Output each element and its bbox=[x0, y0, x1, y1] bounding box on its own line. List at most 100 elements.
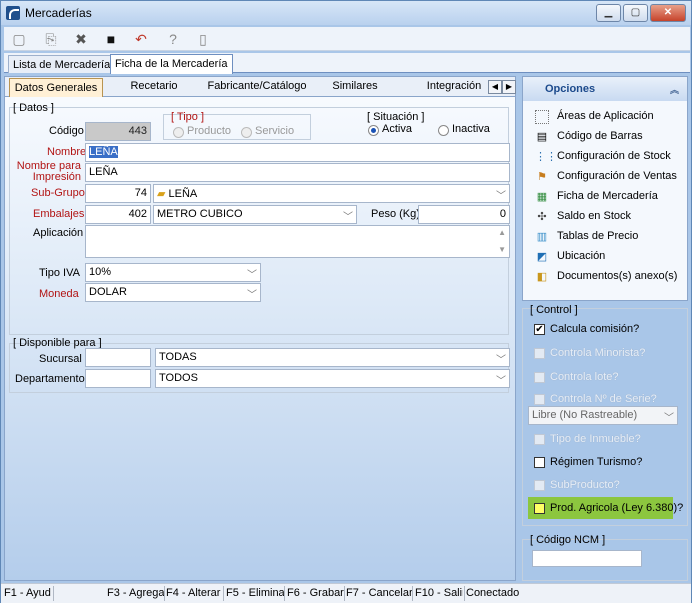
subgrupo-select[interactable]: ▰ LEÑA ﹀ bbox=[153, 184, 510, 203]
opciones-header[interactable]: Opciones ︽ bbox=[523, 77, 687, 101]
nombre-field[interactable]: LEÑA bbox=[85, 143, 510, 162]
tab-datos-generales[interactable]: Datos Generales bbox=[9, 78, 103, 97]
barcode-icon: ▤ bbox=[536, 131, 548, 143]
peso-field[interactable]: 0 bbox=[418, 205, 510, 224]
departamento-code-field[interactable] bbox=[85, 369, 151, 388]
moneda-label: Moneda bbox=[39, 288, 79, 300]
status-f10: F10 - Salir bbox=[415, 587, 463, 599]
save-icon[interactable]: ■ bbox=[100, 29, 122, 49]
opt-label: Configuración de Stock bbox=[557, 150, 671, 162]
help-icon[interactable]: ? bbox=[162, 29, 184, 49]
status-divider bbox=[284, 586, 285, 601]
situacion-inactiva-label: Inactiva bbox=[452, 123, 490, 135]
delete-icon[interactable]: ✖ bbox=[70, 29, 92, 49]
sales-config-icon: ⚑ bbox=[537, 171, 547, 183]
tipo-producto-radio[interactable] bbox=[173, 127, 184, 138]
tab-scroll-left-icon[interactable]: ◀ bbox=[488, 80, 502, 94]
sucursal-code-field[interactable] bbox=[85, 348, 151, 367]
attachment-icon: ◧ bbox=[536, 271, 548, 283]
tipo-producto-label: Producto bbox=[187, 125, 232, 137]
undo-icon[interactable]: ↶ bbox=[130, 29, 152, 49]
situacion-group-label: [ Situación ] bbox=[367, 111, 425, 123]
chevron-down-icon: ﹀ bbox=[496, 191, 506, 202]
nombre-impresion-label-line2: Impresión bbox=[32, 171, 81, 183]
checkbox-label: SubProducto? bbox=[550, 479, 620, 491]
window: Mercaderías ▁ ▢ ✕ ▢ ⎘ ✖ ■ ↶ ? ▯ Lista de… bbox=[0, 0, 692, 603]
aplicacion-field[interactable]: ▲ ▼ bbox=[85, 225, 510, 258]
rastreo-select[interactable]: Libre (No Rastreable) ﹀ bbox=[528, 406, 678, 425]
tab-lista-mercaderias[interactable]: Lista de Mercaderías bbox=[8, 55, 121, 73]
app-icon bbox=[6, 6, 20, 20]
chevron-down-icon: ﹀ bbox=[343, 212, 353, 223]
situacion-activa-radio[interactable] bbox=[368, 125, 379, 136]
scroll-down-icon[interactable]: ▼ bbox=[498, 245, 506, 254]
chevron-down-icon: ﹀ bbox=[247, 290, 257, 301]
chevron-down-icon: ﹀ bbox=[247, 270, 257, 281]
outer-tabs: Lista de Mercaderías Ficha de la Mercade… bbox=[4, 53, 690, 74]
tipo-iva-value: 10% bbox=[89, 266, 112, 278]
options-panel: Opciones ︽ Áreas de Aplicación ▤ Código d… bbox=[522, 76, 688, 581]
status-connection: Conectado bbox=[466, 587, 520, 599]
tab-ficha-mercaderia[interactable]: Ficha de la Mercadería bbox=[110, 54, 233, 74]
tab-similares[interactable]: Similares bbox=[319, 80, 391, 96]
codigo-field[interactable]: 443 bbox=[85, 122, 151, 141]
opt-label: Documentos(s) anexo(s) bbox=[557, 270, 678, 282]
chevron-down-icon: ﹀ bbox=[664, 413, 674, 424]
opt-label: Ubicación bbox=[557, 250, 606, 262]
status-divider bbox=[344, 586, 345, 601]
stock-balance-icon: ✣ bbox=[537, 211, 547, 223]
tipo-servicio-radio[interactable] bbox=[241, 127, 252, 138]
status-f7: F7 - Cancelar bbox=[346, 587, 413, 599]
control-group-label: [ Control ] bbox=[530, 304, 578, 316]
ncm-group-label: [ Código NCM ] bbox=[530, 534, 606, 546]
embalajes-value: METRO CUBICO bbox=[157, 208, 243, 220]
moneda-select[interactable]: DOLAR ﹀ bbox=[85, 283, 261, 302]
opt-label: Ficha de Mercadería bbox=[557, 190, 658, 202]
close-button[interactable]: ✕ bbox=[650, 4, 686, 22]
situacion-inactiva-radio[interactable] bbox=[438, 125, 449, 136]
status-f6: F6 - Grabar bbox=[287, 587, 344, 599]
embalajes-select[interactable]: METRO CUBICO ﹀ bbox=[153, 205, 357, 224]
new-icon[interactable]: ▢ bbox=[8, 29, 30, 49]
opt-label: Configuración de Ventas bbox=[557, 170, 677, 182]
embalajes-label: Embalajes bbox=[33, 208, 85, 220]
departamento-select[interactable]: TODOS ﹀ bbox=[155, 369, 510, 388]
chevron-down-icon: ﹀ bbox=[496, 355, 506, 366]
sucursal-select[interactable]: TODAS ﹀ bbox=[155, 348, 510, 367]
nombre-label: Nombre bbox=[47, 146, 87, 158]
moneda-value: DOLAR bbox=[89, 286, 127, 298]
checkbox-label: Tipo de Inmueble? bbox=[550, 433, 641, 445]
sucursal-value: TODAS bbox=[159, 351, 197, 363]
nombre-impresion-field[interactable]: LEÑA bbox=[85, 163, 510, 182]
collapse-icon[interactable]: ︽ bbox=[670, 83, 679, 96]
codigo-label: Código bbox=[49, 125, 84, 137]
stock-config-icon: ⋮⋮ bbox=[535, 151, 557, 163]
status-bar: F1 - Ayud F3 - Agrega F4 - Alterar F5 - … bbox=[1, 583, 691, 603]
embalajes-code-field[interactable]: 402 bbox=[85, 205, 151, 224]
status-divider bbox=[223, 586, 224, 601]
minimize-button[interactable]: ▁ bbox=[596, 4, 621, 22]
sucursal-label: Sucursal bbox=[39, 353, 82, 365]
copy-icon[interactable]: ⎘ bbox=[40, 29, 62, 49]
subgrupo-value: LEÑA bbox=[168, 188, 198, 200]
tab-fabricante-catalogo[interactable]: Fabricante/Catálogo bbox=[203, 80, 311, 96]
tipo-group-label: [ Tipo ] bbox=[171, 111, 205, 123]
scroll-up-icon[interactable]: ▲ bbox=[498, 228, 506, 237]
status-f3: F3 - Agrega bbox=[107, 587, 165, 599]
tab-recetario[interactable]: Recetario bbox=[111, 80, 197, 96]
departamento-value: TODOS bbox=[159, 372, 198, 384]
tipo-iva-select[interactable]: 10% ﹀ bbox=[85, 263, 261, 282]
document-icon[interactable]: ▯ bbox=[192, 29, 214, 49]
status-divider bbox=[412, 586, 413, 601]
status-divider bbox=[464, 586, 465, 601]
opciones-title: Opciones bbox=[545, 83, 596, 95]
datos-group-label: [ Datos ] bbox=[13, 102, 54, 114]
tab-scroll-right-icon[interactable]: ▶ bbox=[502, 80, 516, 94]
tab-integracion[interactable]: Integración bbox=[415, 80, 493, 96]
rastreo-value: Libre (No Rastreable) bbox=[532, 409, 638, 421]
subgrupo-code-field[interactable]: 74 bbox=[85, 184, 151, 203]
opt-label: Tablas de Precio bbox=[557, 230, 639, 242]
tipo-servicio-label: Servicio bbox=[255, 125, 295, 137]
maximize-button[interactable]: ▢ bbox=[623, 4, 648, 22]
ncm-field[interactable] bbox=[532, 550, 642, 567]
